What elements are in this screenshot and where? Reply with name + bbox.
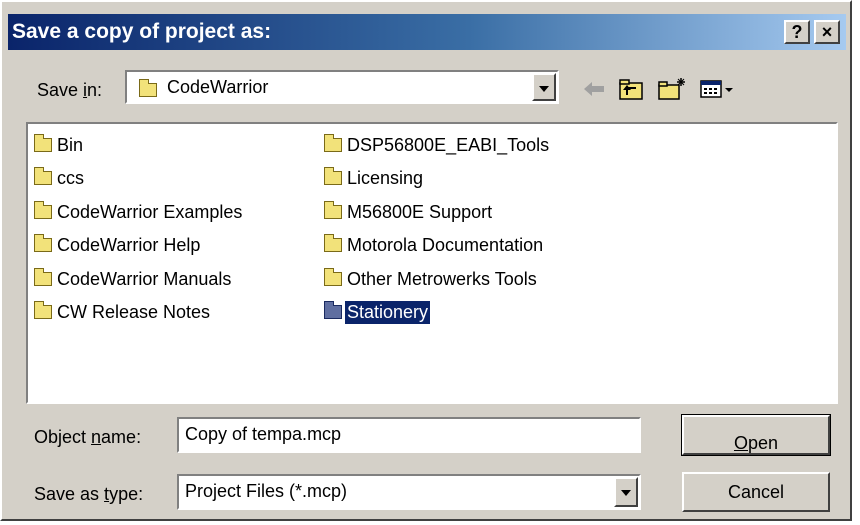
folder-icon — [34, 134, 52, 152]
list-item[interactable]: Other Metrowerks Tools — [324, 266, 539, 292]
chevron-down-icon[interactable] — [614, 477, 638, 507]
save-in-value: CodeWarrior — [167, 77, 269, 97]
list-item[interactable]: Motorola Documentation — [324, 232, 545, 258]
chevron-down-icon[interactable] — [532, 73, 556, 101]
list-item[interactable]: CW Release Notes — [34, 299, 212, 325]
save-in-label: Save in: — [37, 80, 103, 100]
folder-icon — [34, 167, 52, 185]
folder-icon — [324, 301, 342, 319]
folder-icon — [34, 301, 52, 319]
list-item[interactable]: Licensing — [324, 165, 425, 191]
save-as-type-label: Save as type: — [34, 484, 144, 504]
new-folder-icon[interactable] — [657, 77, 687, 101]
folder-icon — [324, 268, 342, 286]
folder-icon — [34, 201, 52, 219]
list-item[interactable]: ccs — [34, 165, 86, 191]
list-item-selected[interactable]: Stationery — [324, 299, 432, 325]
list-item[interactable]: CodeWarrior Manuals — [34, 266, 233, 292]
object-name-field[interactable]: Copy of tempa.mcp — [177, 417, 641, 453]
save-in-dropdown[interactable]: CodeWarrior — [125, 70, 559, 104]
view-menu-icon[interactable] — [699, 77, 735, 101]
object-name-label: Object name: — [34, 427, 142, 447]
list-item[interactable]: CodeWarrior Help — [34, 232, 202, 258]
up-folder-icon[interactable] — [618, 77, 644, 101]
file-list[interactable]: Bin ccs CodeWarrior Examples CodeWarrior… — [26, 122, 838, 404]
back-arrow-icon[interactable] — [582, 77, 606, 101]
folder-icon — [324, 134, 342, 152]
folder-icon — [324, 201, 342, 219]
help-button[interactable]: ? — [784, 20, 810, 44]
window-title: Save a copy of project as: — [12, 20, 272, 43]
folder-icon — [324, 167, 342, 185]
object-name-value: Copy of tempa.mcp — [185, 424, 342, 444]
save-as-type-dropdown[interactable]: Project Files (*.mcp) — [177, 474, 641, 510]
save-dialog: Save a copy of project as: ? × Save in: … — [0, 0, 852, 521]
title-bar[interactable]: Save a copy of project as: ? × — [8, 14, 846, 50]
list-item[interactable]: DSP56800E_EABI_Tools — [324, 132, 551, 158]
folder-icon — [324, 234, 342, 252]
close-button[interactable]: × — [814, 20, 840, 44]
cancel-button[interactable]: Cancel — [682, 472, 830, 512]
open-folder-icon — [139, 78, 157, 97]
folder-icon — [34, 268, 52, 286]
list-item[interactable]: Bin — [34, 132, 85, 158]
save-as-type-value: Project Files (*.mcp) — [185, 481, 348, 501]
folder-icon — [34, 234, 52, 252]
open-button[interactable]: Open — [681, 414, 831, 456]
list-item[interactable]: M56800E Support — [324, 199, 494, 225]
list-item[interactable]: CodeWarrior Examples — [34, 199, 244, 225]
